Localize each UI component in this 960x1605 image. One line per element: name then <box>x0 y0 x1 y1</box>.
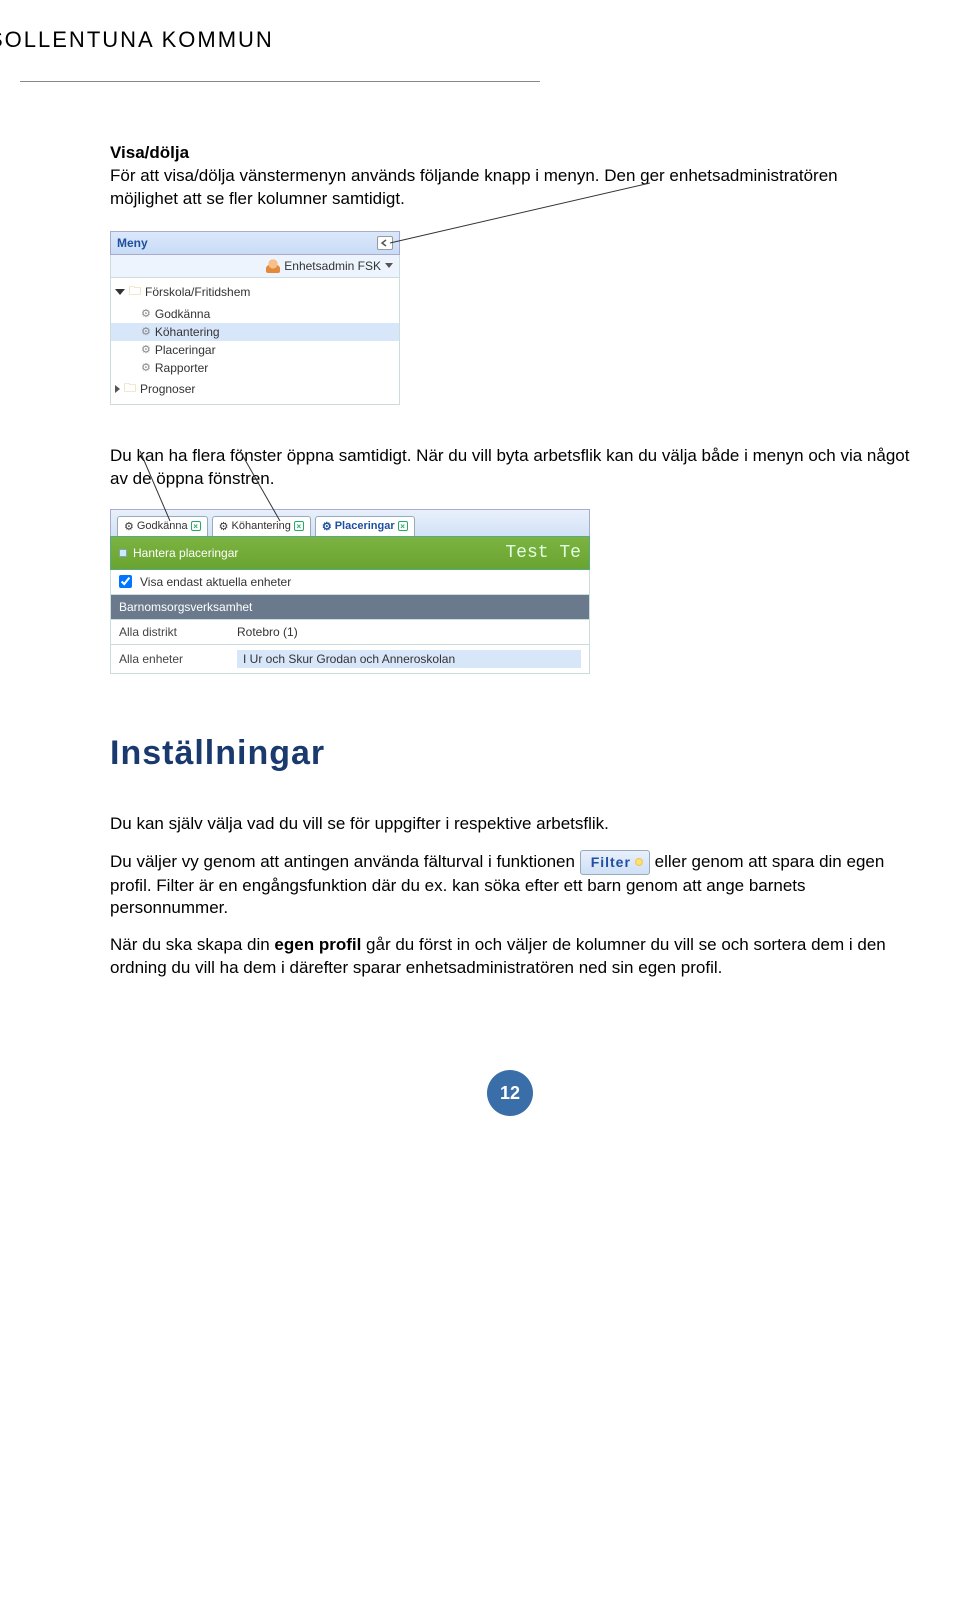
section1-title: Visa/dölja <box>110 143 189 162</box>
gear-icon: ⚙ <box>141 361 151 374</box>
district-row[interactable]: Alla distrikt Rotebro (1) <box>110 620 590 645</box>
chevron-left-icon <box>380 239 390 247</box>
chevron-down-icon <box>385 263 393 268</box>
section3-p3: När du ska skapa din egen profil går du … <box>110 934 910 980</box>
role-selector[interactable]: Enhetsadmin FSK <box>110 255 400 278</box>
close-tab-icon[interactable]: × <box>398 521 408 531</box>
role-label: Enhetsadmin FSK <box>284 259 381 273</box>
section-title-bar: Hantera placeringar Test Te <box>110 536 590 570</box>
gear-icon: ⚙ <box>141 307 151 320</box>
collapse-menu-button[interactable] <box>377 236 393 250</box>
tab-placeringar[interactable]: ⚙ Placeringar × <box>315 516 415 536</box>
gear-icon: ⚙ <box>141 325 151 338</box>
section3-p2: Du väljer vy genom att antingen använda … <box>110 850 910 921</box>
close-tab-icon[interactable]: × <box>191 521 201 531</box>
user-icon <box>266 259 280 273</box>
category-header-row: Barnomsorgsverksamhet <box>110 595 590 620</box>
close-tab-icon[interactable]: × <box>294 521 304 531</box>
section1-paragraph: Visa/dölja För att visa/dölja vänstermen… <box>110 142 910 211</box>
folder-icon: 🗀 <box>124 379 136 400</box>
header: SOLLENTUNA KOMMUN <box>20 0 540 82</box>
gear-icon: ⚙ <box>322 520 332 533</box>
environment-label: Test Te <box>505 543 581 563</box>
filter-button[interactable]: Filter <box>580 850 650 875</box>
tree-item-selected[interactable]: ⚙ Köhantering <box>111 323 399 341</box>
unit-row[interactable]: Alla enheter I Ur och Skur Grodan och An… <box>110 645 590 674</box>
tree-item[interactable]: ⚙ Rapporter <box>111 359 399 377</box>
tab-kohantering[interactable]: ⚙ Köhantering × <box>212 516 311 536</box>
header-org-name: SOLLENTUNA KOMMUN <box>0 27 274 53</box>
heading-installningar: Inställningar <box>110 734 910 773</box>
tree-item[interactable]: ⚙ Godkänna <box>111 305 399 323</box>
filter-checkbox-row: Visa endast aktuella enheter <box>110 570 590 595</box>
tree-item-folder[interactable]: 🗀 Prognoser <box>111 377 399 402</box>
tree-item-folder[interactable]: 🗀 Förskola/Fritidshem <box>111 280 399 305</box>
tab-bar: ⚙ Godkänna × ⚙ Köhantering × ⚙ Placering… <box>110 509 590 536</box>
tree-item[interactable]: ⚙ Placeringar <box>111 341 399 359</box>
menu-title: Meny <box>117 236 148 250</box>
show-current-units-checkbox[interactable] <box>119 575 132 588</box>
section2-paragraph: Du kan ha flera fönster öppna samtidigt.… <box>110 445 910 491</box>
menu-header: Meny <box>110 231 400 255</box>
expand-collapse-icon <box>115 385 120 393</box>
bullet-icon <box>119 549 127 557</box>
gear-icon: ⚙ <box>219 520 229 533</box>
expand-collapse-icon <box>115 289 125 295</box>
tabs-screenshot: ⚙ Godkänna × ⚙ Köhantering × ⚙ Placering… <box>110 509 590 674</box>
gear-icon: ⚙ <box>141 343 151 356</box>
page-number: 12 <box>487 1070 533 1116</box>
folder-icon: 🗀 <box>129 282 141 303</box>
gear-icon: ⚙ <box>124 520 134 533</box>
menu-tree: 🗀 Förskola/Fritidshem ⚙ Godkänna ⚙ Köhan… <box>110 278 400 405</box>
tab-godkanna[interactable]: ⚙ Godkänna × <box>117 516 208 536</box>
section3-p1: Du kan själv välja vad du vill se för up… <box>110 813 910 836</box>
menu-screenshot: Meny Enhetsadmin FSK 🗀 Förskola/Fritidsh… <box>110 231 400 405</box>
